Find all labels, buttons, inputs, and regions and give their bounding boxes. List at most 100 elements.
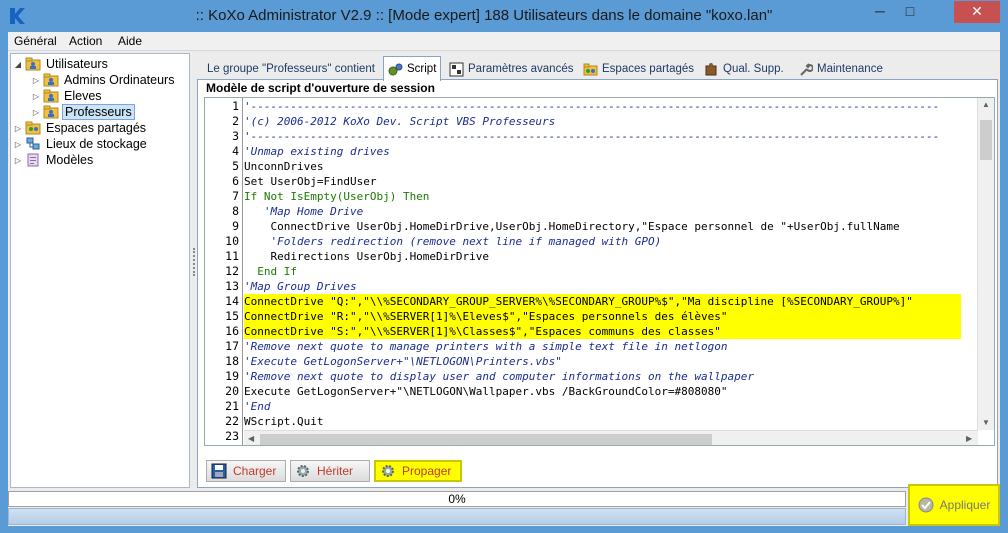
progress-text: 0% — [448, 492, 466, 506]
line-number: 6 — [232, 174, 239, 188]
maximize-button[interactable]: □ — [896, 1, 924, 23]
line-number: 13 — [225, 279, 239, 293]
code-line: '(c) 2006-2012 KoXo Dev. Script VBS Prof… — [244, 115, 556, 128]
menu-aide[interactable]: Aide — [118, 34, 142, 48]
scroll-down-icon[interactable]: ▼ — [982, 418, 990, 427]
code-line-highlighted: ConnectDrive "S:","\\%SERVER[1]%\Classes… — [244, 324, 961, 339]
line-number: 15 — [225, 309, 239, 323]
line-number: 12 — [225, 264, 239, 278]
charger-button[interactable]: Charger — [206, 460, 286, 482]
status-bar — [8, 508, 906, 525]
collapsed-arrow-icon[interactable]: ▷ — [31, 76, 41, 85]
code-line: 'Folders redirection (remove next line i… — [244, 235, 662, 248]
save-disk-icon — [211, 463, 227, 479]
tab-qual-supp[interactable]: Qual. Supp. — [700, 58, 788, 80]
tree-label: Eleves — [64, 89, 102, 103]
code-line: If Not IsEmpty(UserObj) Then — [244, 190, 430, 203]
line-number: 17 — [225, 339, 239, 353]
heriter-label: Hériter — [317, 464, 354, 478]
line-number: 21 — [225, 399, 239, 413]
splitter-grip — [193, 248, 195, 276]
tree-label: Modèles — [46, 153, 94, 167]
collapsed-arrow-icon[interactable]: ▷ — [13, 156, 23, 165]
expanded-arrow-icon[interactable]: ◢ — [13, 60, 23, 69]
menu-action[interactable]: Action — [69, 34, 102, 48]
code-line-highlighted: ConnectDrive "R:","\\%SERVER[1]%\Eleves$… — [244, 309, 961, 324]
scroll-up-icon[interactable]: ▲ — [982, 100, 990, 109]
tree-label: Utilisateurs — [46, 57, 108, 71]
close-button[interactable]: ✕ — [954, 1, 1000, 23]
line-number: 5 — [232, 159, 239, 173]
code-line: WScript.Quit — [244, 415, 324, 428]
tab-maintenance[interactable]: Maintenance — [794, 58, 887, 80]
check-circle-icon — [918, 497, 934, 513]
tree-label: Admins Ordinateurs — [64, 73, 175, 87]
tree-label: Espaces partagés — [46, 121, 147, 135]
collapsed-arrow-icon[interactable]: ▷ — [13, 140, 23, 149]
tree-item-eleves[interactable]: ▷ Eleves — [31, 88, 104, 104]
code-line: Execute GetLogonServer+"\NETLOGON\Wallpa… — [244, 385, 728, 398]
tree-label: Lieux de stockage — [46, 137, 147, 151]
client-area: ◢ Utilisateurs ▷ Admins Ordinateurs ▷ El… — [8, 51, 1000, 526]
users-folder-icon — [25, 57, 41, 71]
progress-bar: 0% — [8, 491, 906, 507]
window-title: :: KoXo Administrator V2.9 :: [Mode expe… — [195, 7, 773, 24]
shared-folder-icon — [583, 63, 598, 75]
scroll-right-icon[interactable]: ▶ — [966, 434, 972, 443]
panel-splitter[interactable] — [192, 53, 196, 488]
appliquer-button[interactable]: Appliquer — [914, 490, 994, 520]
code-area[interactable]: '---------------------------------------… — [244, 98, 978, 430]
script-panel: Modèle de script d'ouverture de session … — [197, 79, 998, 488]
tab-label: Script — [407, 63, 437, 75]
line-number: 2 — [232, 114, 239, 128]
line-number: 20 — [225, 384, 239, 398]
code-line: Redirections UserObj.HomeDirDrive — [244, 250, 490, 263]
heriter-button[interactable]: Hériter — [290, 460, 370, 482]
line-number: 18 — [225, 354, 239, 368]
line-number: 3 — [232, 129, 239, 143]
code-line: '---------------------------------------… — [244, 130, 940, 143]
vertical-scrollbar[interactable]: ▲ ▼ — [977, 98, 994, 430]
line-number: 10 — [225, 234, 239, 248]
script-gears-icon — [388, 63, 403, 75]
line-number: 7 — [232, 189, 239, 203]
collapsed-arrow-icon[interactable]: ▷ — [13, 124, 23, 133]
group-folder-icon — [43, 105, 59, 119]
group-folder-icon — [43, 73, 59, 87]
horizontal-scroll-thumb[interactable] — [260, 434, 712, 445]
tree-item-admins[interactable]: ▷ Admins Ordinateurs — [31, 72, 176, 88]
storage-network-icon — [25, 137, 41, 151]
gear-icon — [382, 465, 394, 477]
propager-button[interactable]: Propager — [374, 460, 462, 482]
vertical-scroll-thumb[interactable] — [980, 120, 992, 160]
collapsed-arrow-icon[interactable]: ▷ — [31, 108, 41, 117]
minimize-button[interactable]: ─ — [866, 1, 894, 23]
code-line: 'Remove next quote to display user and c… — [244, 370, 754, 383]
collapsed-arrow-icon[interactable]: ▷ — [31, 92, 41, 101]
tab-label: Qual. Supp. — [723, 63, 784, 75]
line-number: 22 — [225, 414, 239, 428]
tree-item-utilisateurs[interactable]: ◢ Utilisateurs — [13, 56, 110, 72]
code-line: UnconnDrives — [244, 160, 324, 173]
line-number: 4 — [232, 144, 239, 158]
code-line: 'Execute GetLogonServer+"\NETLOGON\Print… — [244, 355, 562, 368]
code-line: End If — [244, 265, 297, 278]
tab-groupe-contient[interactable]: Le groupe "Professeurs" contient — [203, 58, 379, 80]
tab-parametres-avances[interactable]: Paramètres avancés — [445, 58, 577, 80]
code-line: '---------------------------------------… — [244, 100, 940, 113]
tree-item-modeles[interactable]: ▷ Modèles — [13, 152, 95, 168]
navigation-tree: ◢ Utilisateurs ▷ Admins Ordinateurs ▷ El… — [10, 53, 190, 488]
menu-general[interactable]: Général — [14, 34, 57, 48]
scroll-left-icon[interactable]: ◀ — [248, 434, 254, 443]
wrench-icon — [800, 62, 813, 76]
line-number: 19 — [225, 369, 239, 383]
tree-item-professeurs[interactable]: ▷ Professeurs — [31, 104, 135, 120]
tab-script[interactable]: Script — [383, 56, 442, 81]
tree-item-espaces[interactable]: ▷ Espaces partagés — [13, 120, 148, 136]
tree-item-lieux[interactable]: ▷ Lieux de stockage — [13, 136, 149, 152]
line-number: 9 — [232, 219, 239, 233]
horizontal-scrollbar[interactable]: ◀ ▶ — [244, 430, 978, 445]
settings-grid-icon — [449, 62, 464, 76]
script-editor[interactable]: 1 2 3 4 5 6 7 8 9 10 11 12 13 14 15 16 17 18 19 20 21 22 23 '-… — [204, 97, 995, 446]
tab-espaces-partages[interactable]: Espaces partagés — [579, 58, 698, 80]
